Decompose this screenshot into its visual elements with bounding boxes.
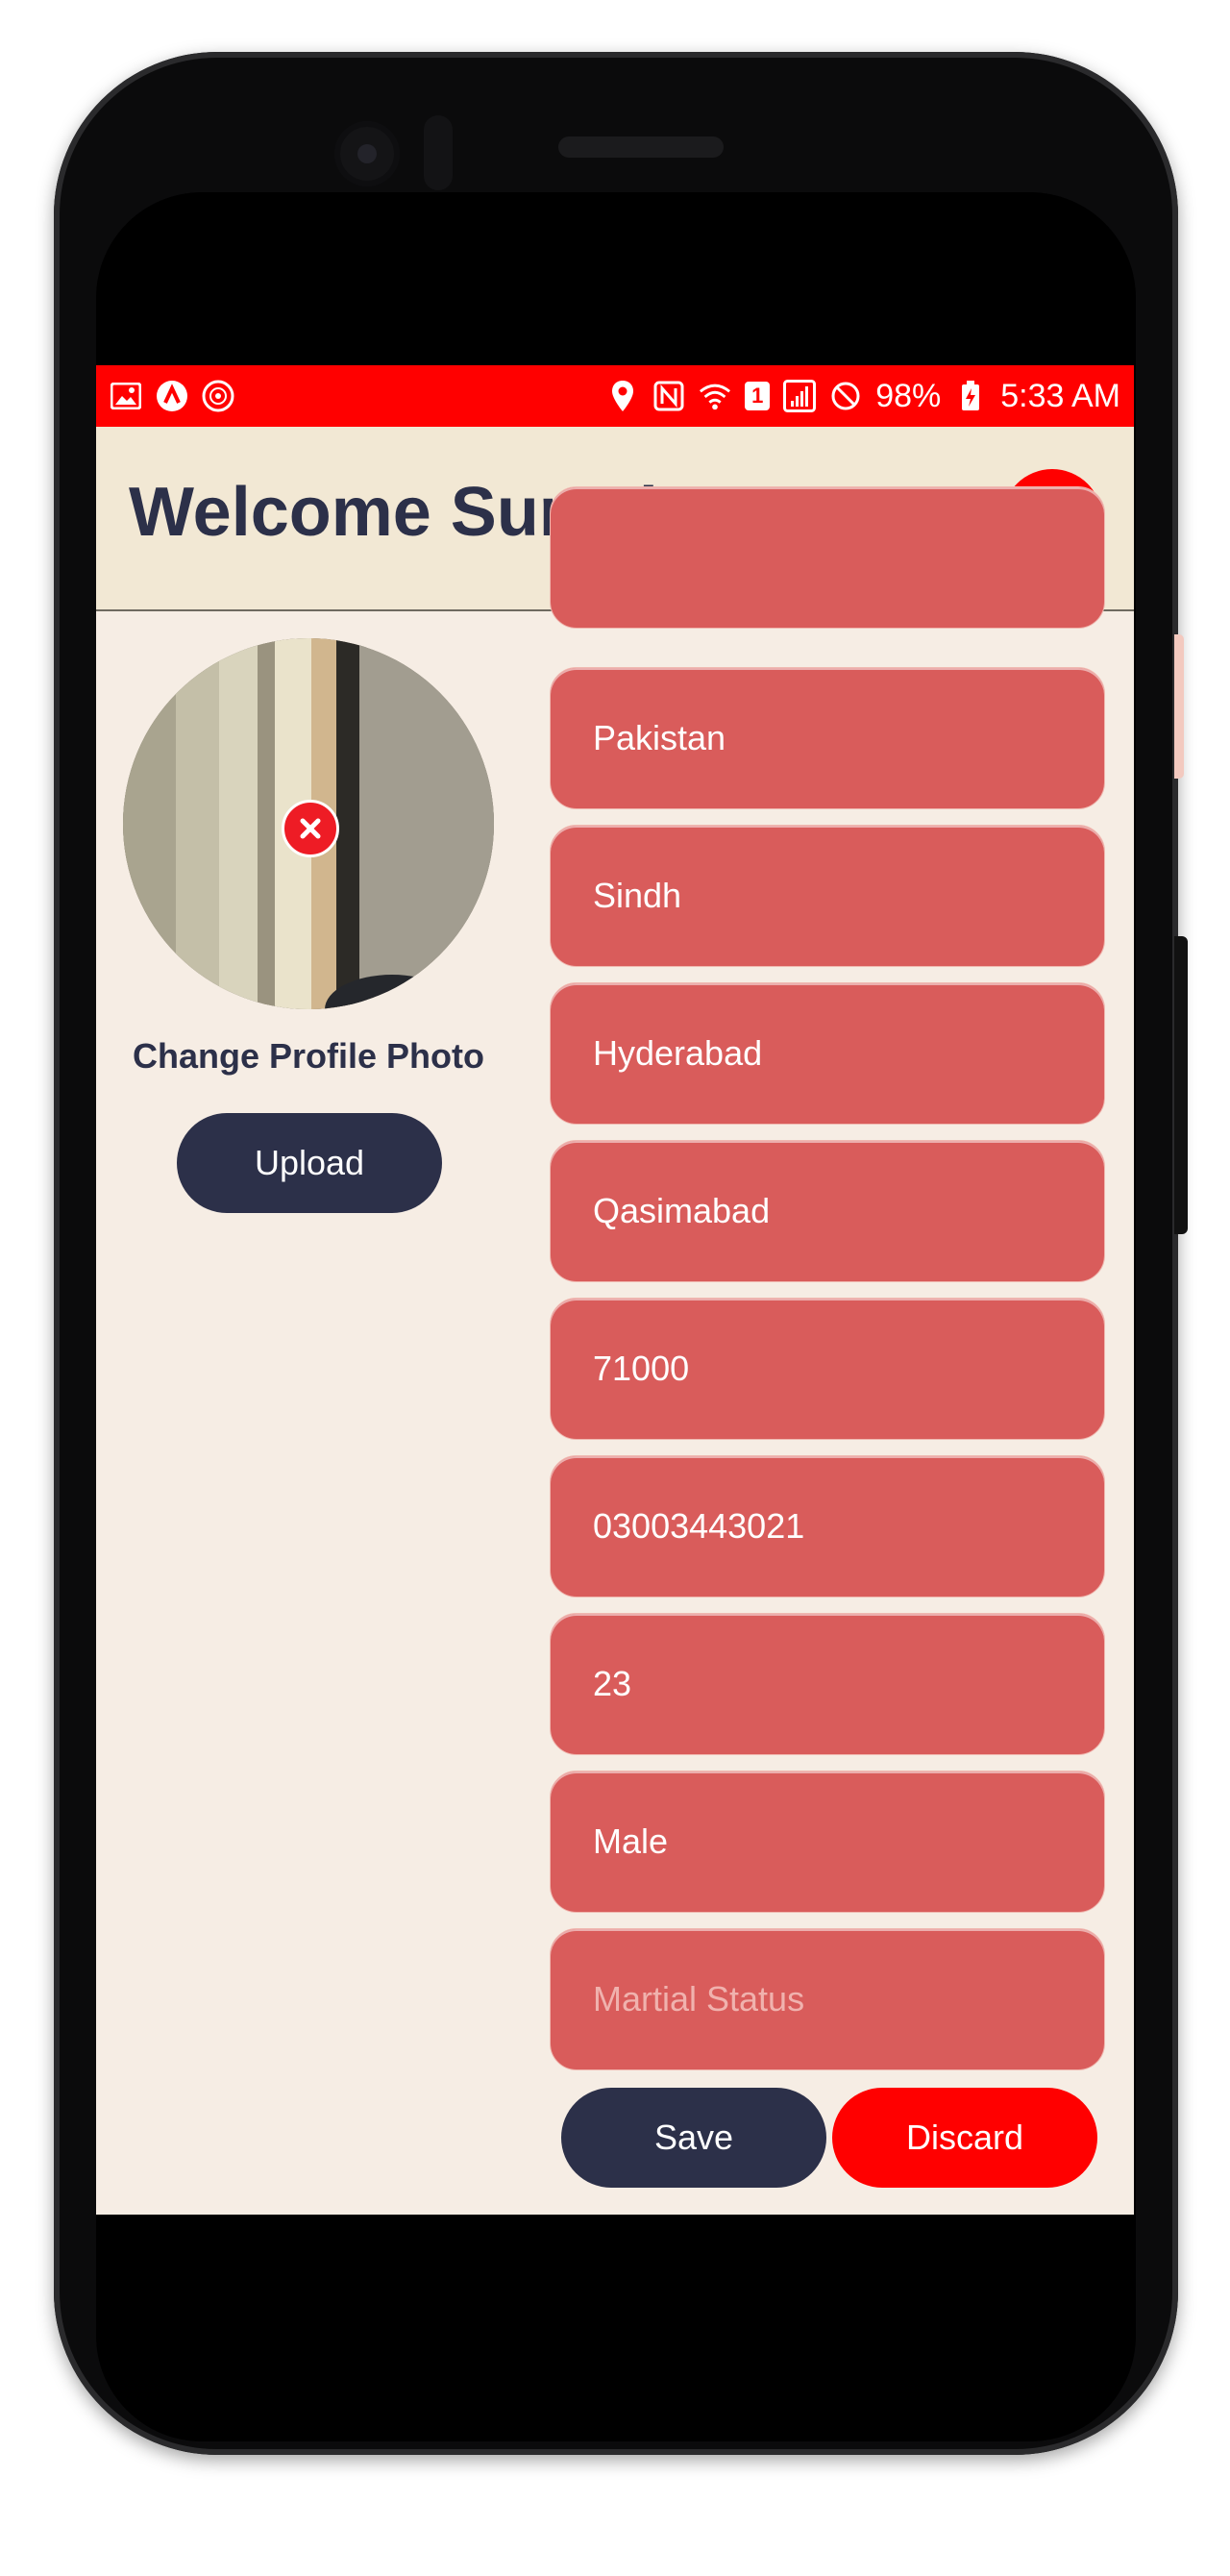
gender-field[interactable]: Male (550, 1771, 1105, 1913)
sim-icon: 1 (745, 382, 771, 410)
upload-button[interactable]: Upload (177, 1113, 442, 1213)
field-value: 23 (593, 1664, 632, 1703)
status-bar: 1 98% 5:33 AM (96, 365, 1134, 427)
earpiece-speaker (558, 136, 724, 158)
nfc-icon (652, 380, 685, 412)
field-value: Pakistan (593, 718, 726, 757)
form-field[interactable] (550, 486, 1105, 629)
app-screen: 1 98% 5:33 AM Welcome Sumair Change Prof… (96, 365, 1134, 2215)
proximity-sensor (424, 115, 453, 190)
gallery-icon (110, 380, 142, 412)
phone-field[interactable]: 03003443021 (550, 1455, 1105, 1598)
save-button[interactable]: Save (561, 2088, 826, 2188)
field-value: Qasimabad (593, 1191, 771, 1230)
front-camera (334, 121, 400, 186)
country-field[interactable]: Pakistan (550, 667, 1105, 809)
province-field[interactable]: Sindh (550, 825, 1105, 967)
change-photo-label: Change Profile Photo (132, 1036, 484, 1076)
remove-photo-button[interactable] (282, 800, 339, 857)
discard-button[interactable]: Discard (832, 2088, 1097, 2188)
area-field[interactable]: Qasimabad (550, 1140, 1105, 1282)
clock-time: 5:33 AM (1000, 377, 1120, 414)
field-value: Hyderabad (593, 1033, 763, 1073)
field-value: Male (593, 1821, 669, 1861)
age-field[interactable]: 23 (550, 1613, 1105, 1755)
power-button (1174, 936, 1188, 1234)
location-icon (606, 380, 639, 412)
field-value: 03003443021 (593, 1506, 805, 1546)
field-value: 71000 (593, 1349, 690, 1388)
wifi-icon (699, 380, 731, 412)
battery-charging-icon (954, 380, 987, 412)
field-placeholder: Martial Status (593, 1979, 805, 2019)
close-icon (300, 818, 321, 839)
do-not-disturb-icon (829, 380, 862, 412)
battery-percent: 98% (875, 377, 942, 414)
signal-icon (783, 380, 817, 412)
sim-slot-number: 1 (751, 384, 764, 408)
emblem-icon (202, 380, 234, 412)
city-field[interactable]: Hyderabad (550, 982, 1105, 1125)
profile-content: Change Profile Photo Upload Pakistan Sin… (96, 486, 1134, 2215)
volume-button (1174, 634, 1184, 779)
field-value: Sindh (593, 876, 682, 915)
marital-status-field[interactable]: Martial Status (550, 1928, 1105, 2070)
app-notification-icon (156, 380, 188, 412)
postal-code-field[interactable]: 71000 (550, 1298, 1105, 1440)
